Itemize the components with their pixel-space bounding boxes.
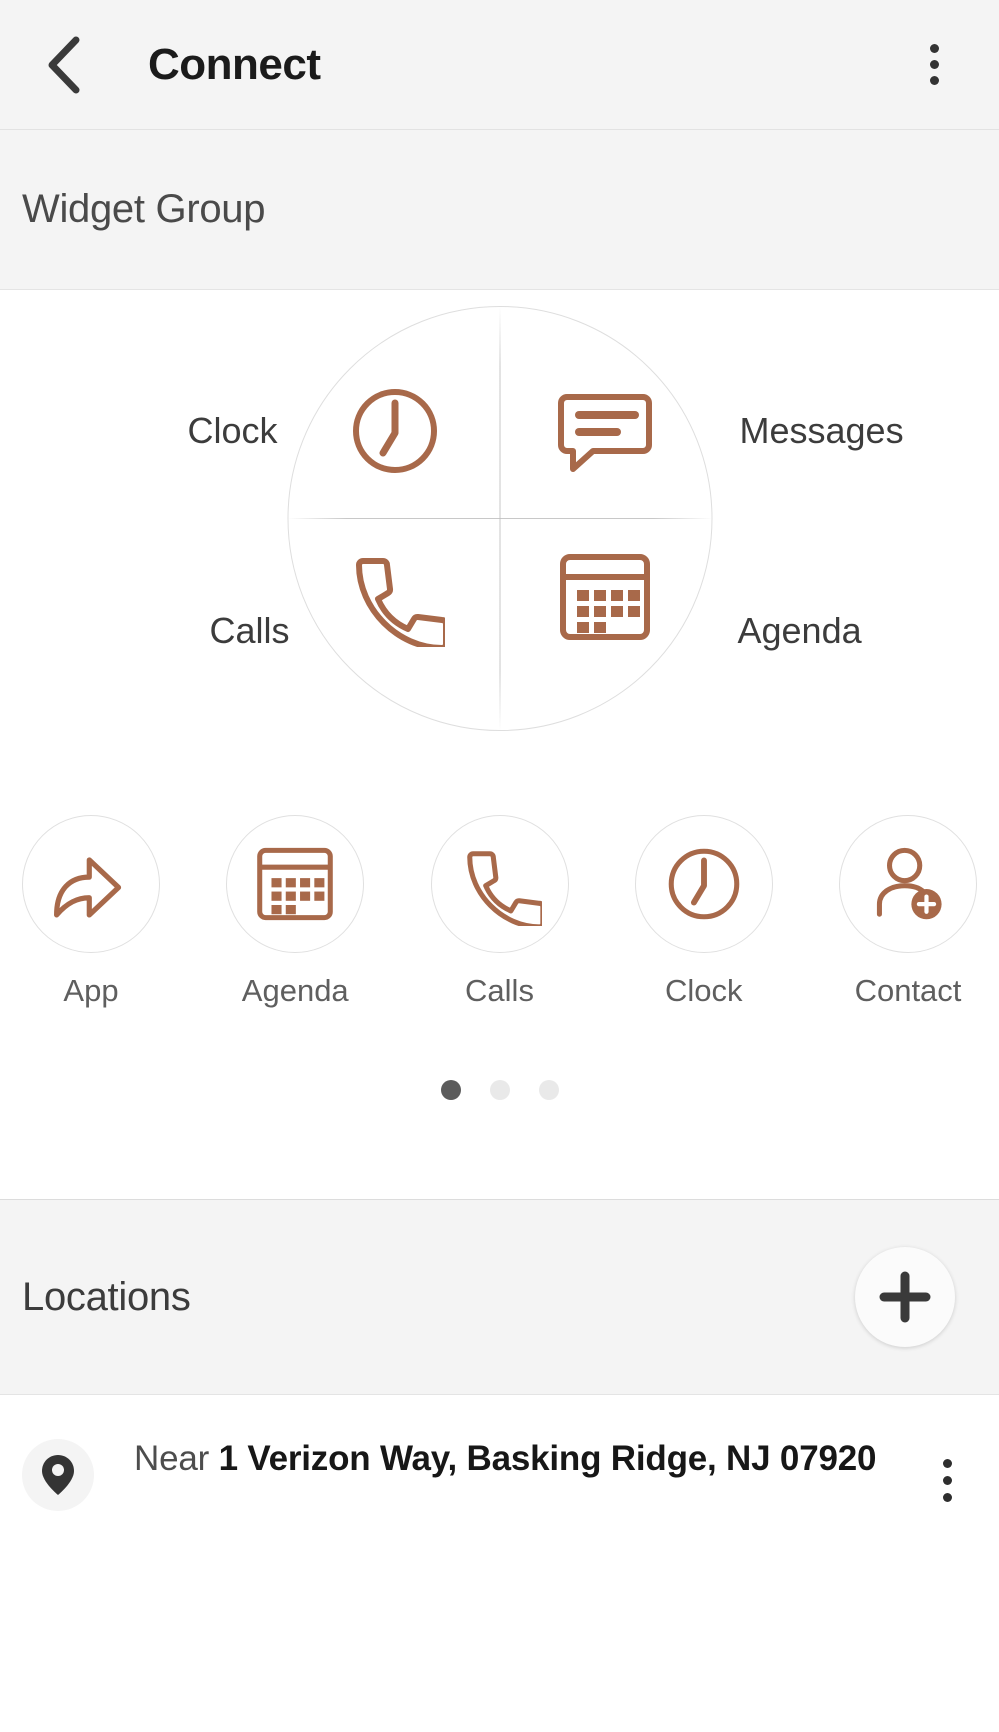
shortcut-contact-circle[interactable]: [839, 815, 977, 953]
locations-title: Locations: [22, 1274, 191, 1319]
wheel-quadrant-messages[interactable]: [552, 378, 658, 484]
overflow-menu-button[interactable]: [903, 34, 965, 96]
calendar-icon: [253, 842, 337, 926]
wheel-label-agenda: Agenda: [737, 610, 862, 651]
widget-group-title: Widget Group: [22, 187, 266, 231]
location-list-item[interactable]: Near 1 Verizon Way, Basking Ridge, NJ 07…: [0, 1395, 999, 1555]
overflow-menu-icon: [942, 1492, 952, 1502]
wheel-quadrant-calls[interactable]: [342, 544, 448, 650]
add-location-button[interactable]: [855, 1247, 955, 1347]
overflow-menu-icon: [942, 1458, 952, 1468]
wheel-label-calls: Calls: [209, 610, 290, 651]
back-chevron-icon: [44, 34, 86, 96]
connect-screen: Connect Widget Group Clock Messages Call…: [0, 0, 999, 1732]
shortcut-clock-label: Clock: [664, 973, 743, 1008]
location-pin-badge: [22, 1439, 94, 1511]
app-bar: Connect: [0, 0, 999, 130]
message-icon: [555, 383, 655, 479]
pager-dot-1[interactable]: [440, 1080, 461, 1100]
overflow-menu-icon: [929, 44, 939, 53]
calendar-icon: [555, 547, 655, 647]
overflow-menu-icon: [942, 1475, 952, 1485]
page-title: Connect: [148, 39, 321, 89]
wheel-label-clock: Clock: [187, 410, 278, 451]
wheel-horizontal-divider: [287, 518, 712, 519]
shortcut-calls-circle[interactable]: [430, 815, 569, 953]
add-contact-icon: [866, 842, 950, 926]
widget-group-header: Widget Group: [0, 130, 999, 290]
overflow-menu-icon: [929, 76, 939, 85]
map-pin-icon: [39, 1453, 77, 1497]
location-address: Near 1 Verizon Way, Basking Ridge, NJ 07…: [94, 1437, 917, 1482]
clock-icon: [345, 381, 445, 481]
location-prefix: Near: [134, 1439, 219, 1478]
shortcut-app-label: App: [63, 973, 119, 1008]
clock-icon: [662, 842, 746, 926]
pager-dots: [0, 1080, 999, 1100]
shortcut-contact[interactable]: Contact: [839, 815, 977, 1009]
wheel-label-messages: Messages: [739, 410, 904, 451]
shortcut-agenda-label: Agenda: [241, 973, 349, 1008]
shortcut-clock[interactable]: Clock: [634, 815, 773, 1009]
shortcut-app[interactable]: App: [22, 815, 160, 1009]
wheel-quadrant-clock[interactable]: [342, 378, 448, 484]
wheel-quadrant-agenda[interactable]: [552, 544, 658, 650]
shortcut-agenda-circle[interactable]: [226, 815, 365, 953]
pager-dot-2[interactable]: [489, 1080, 510, 1100]
shortcut-contact-label: Contact: [854, 973, 962, 1008]
phone-icon: [458, 842, 542, 926]
shortcut-agenda[interactable]: Agenda: [226, 815, 365, 1009]
widget-wheel: Clock Messages Calls Agenda: [70, 298, 930, 738]
shortcut-app-circle[interactable]: [22, 815, 160, 953]
overflow-menu-icon: [929, 60, 939, 69]
phone-icon: [345, 547, 445, 647]
back-button[interactable]: [34, 34, 96, 96]
plus-icon: [878, 1270, 932, 1324]
share-arrow-icon: [48, 841, 134, 927]
locations-header: Locations: [0, 1200, 999, 1395]
shortcut-row: App Agenda Calls Clock Contact: [0, 815, 999, 1009]
location-overflow-button[interactable]: [917, 1437, 977, 1523]
pager-dot-3[interactable]: [538, 1080, 559, 1100]
shortcut-calls[interactable]: Calls: [430, 815, 569, 1009]
widget-card: Clock Messages Calls Agenda App Agenda C…: [0, 290, 999, 1200]
location-address-value: 1 Verizon Way, Basking Ridge, NJ 07920: [218, 1439, 877, 1478]
shortcut-calls-label: Calls: [465, 973, 534, 1008]
shortcut-clock-circle[interactable]: [634, 815, 773, 953]
